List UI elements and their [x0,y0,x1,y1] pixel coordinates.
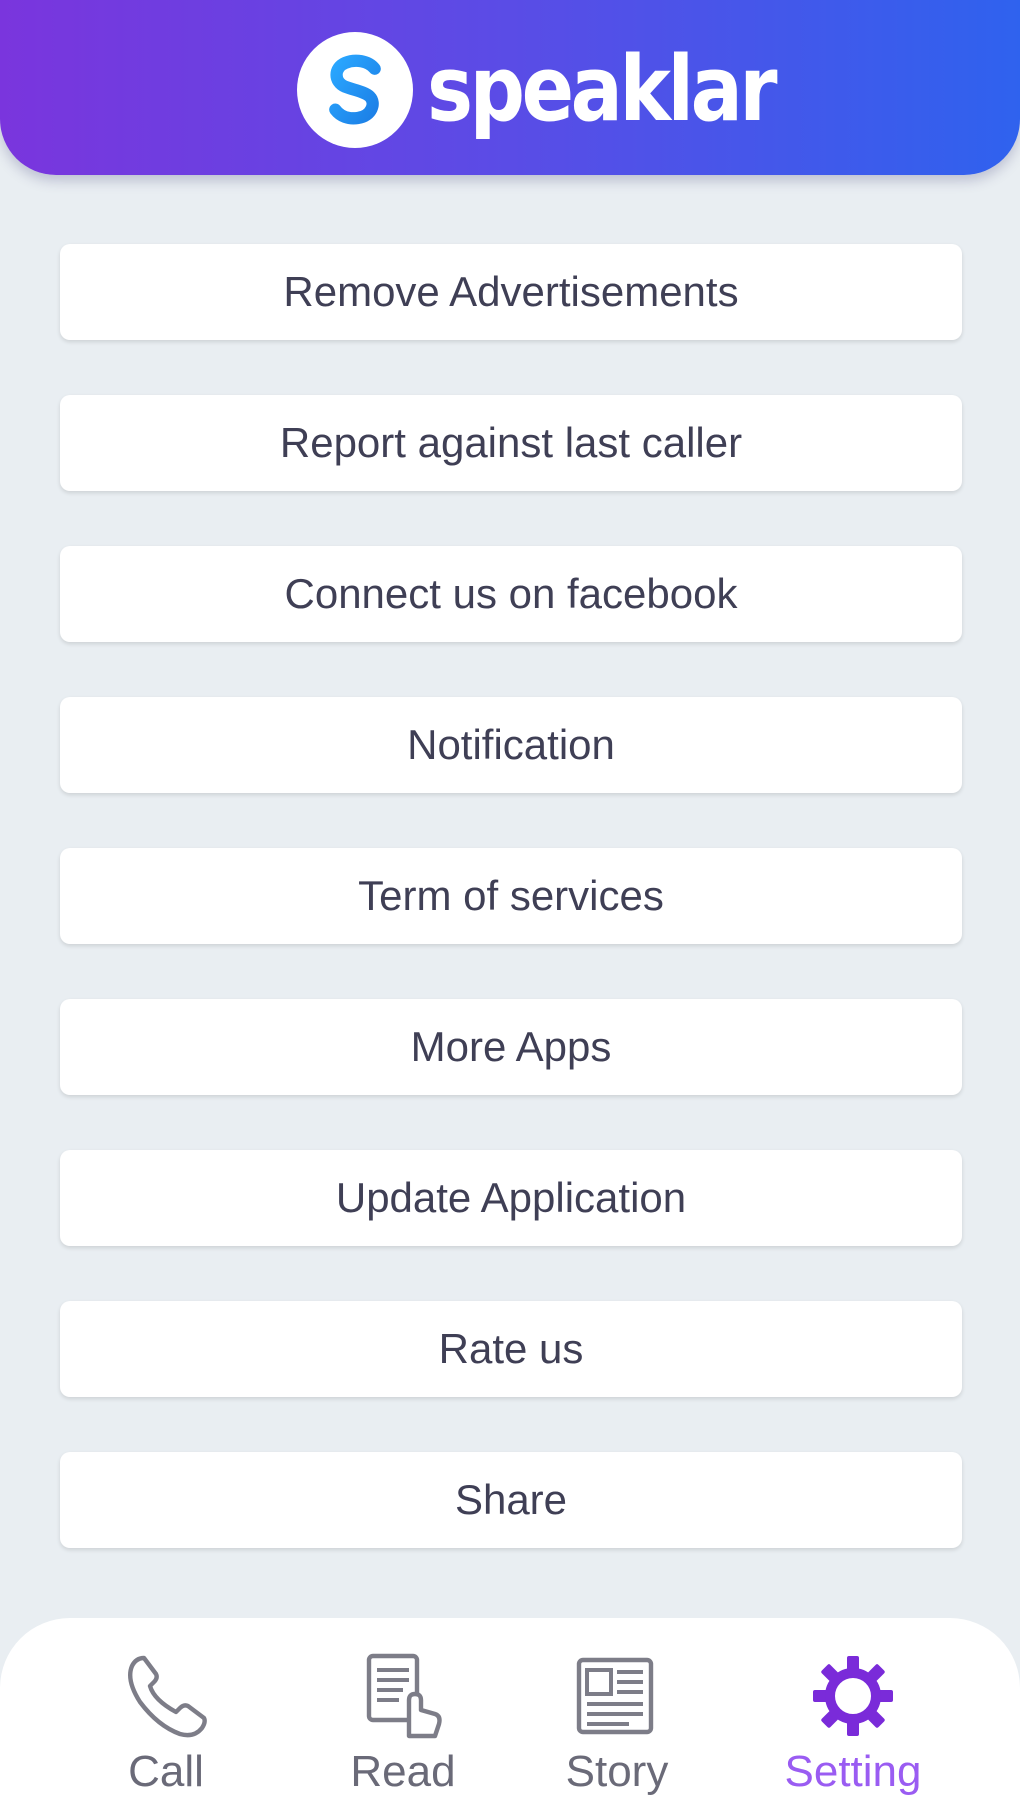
nav-item-story[interactable]: Story [517,1648,717,1796]
brand: speaklar [297,30,831,150]
terms-of-service-button[interactable]: Term of services [60,848,962,944]
app-name: speaklar [427,37,778,142]
notification-button[interactable]: Notification [60,697,962,793]
nav-label-call: Call [128,1747,204,1796]
read-icon [366,1653,442,1739]
more-apps-button[interactable]: More Apps [60,999,962,1095]
report-last-caller-button[interactable]: Report against last caller [60,395,962,491]
connect-facebook-button[interactable]: Connect us on facebook [60,546,962,642]
logo [297,32,413,148]
gear-icon [813,1656,893,1736]
settings-menu: Remove Advertisements Report against las… [60,244,962,1603]
nav-label-setting: Setting [784,1747,922,1796]
newspaper-icon [576,1657,654,1735]
nav-item-read[interactable]: Read [303,1648,503,1796]
share-button[interactable]: Share [60,1452,962,1548]
nav-label-read: Read [350,1747,456,1796]
nav-item-call[interactable]: Call [66,1648,266,1796]
remove-ads-button[interactable]: Remove Advertisements [60,244,962,340]
phone-icon [128,1655,207,1738]
rate-us-button[interactable]: Rate us [60,1301,962,1397]
update-application-button[interactable]: Update Application [60,1150,962,1246]
bottom-navigation: Call Read Story Setting [0,1618,1020,1817]
app-header: speaklar [0,0,1020,175]
nav-item-setting[interactable]: Setting [753,1648,953,1796]
nav-label-story: Story [565,1747,669,1796]
logo-s-icon [329,54,381,125]
